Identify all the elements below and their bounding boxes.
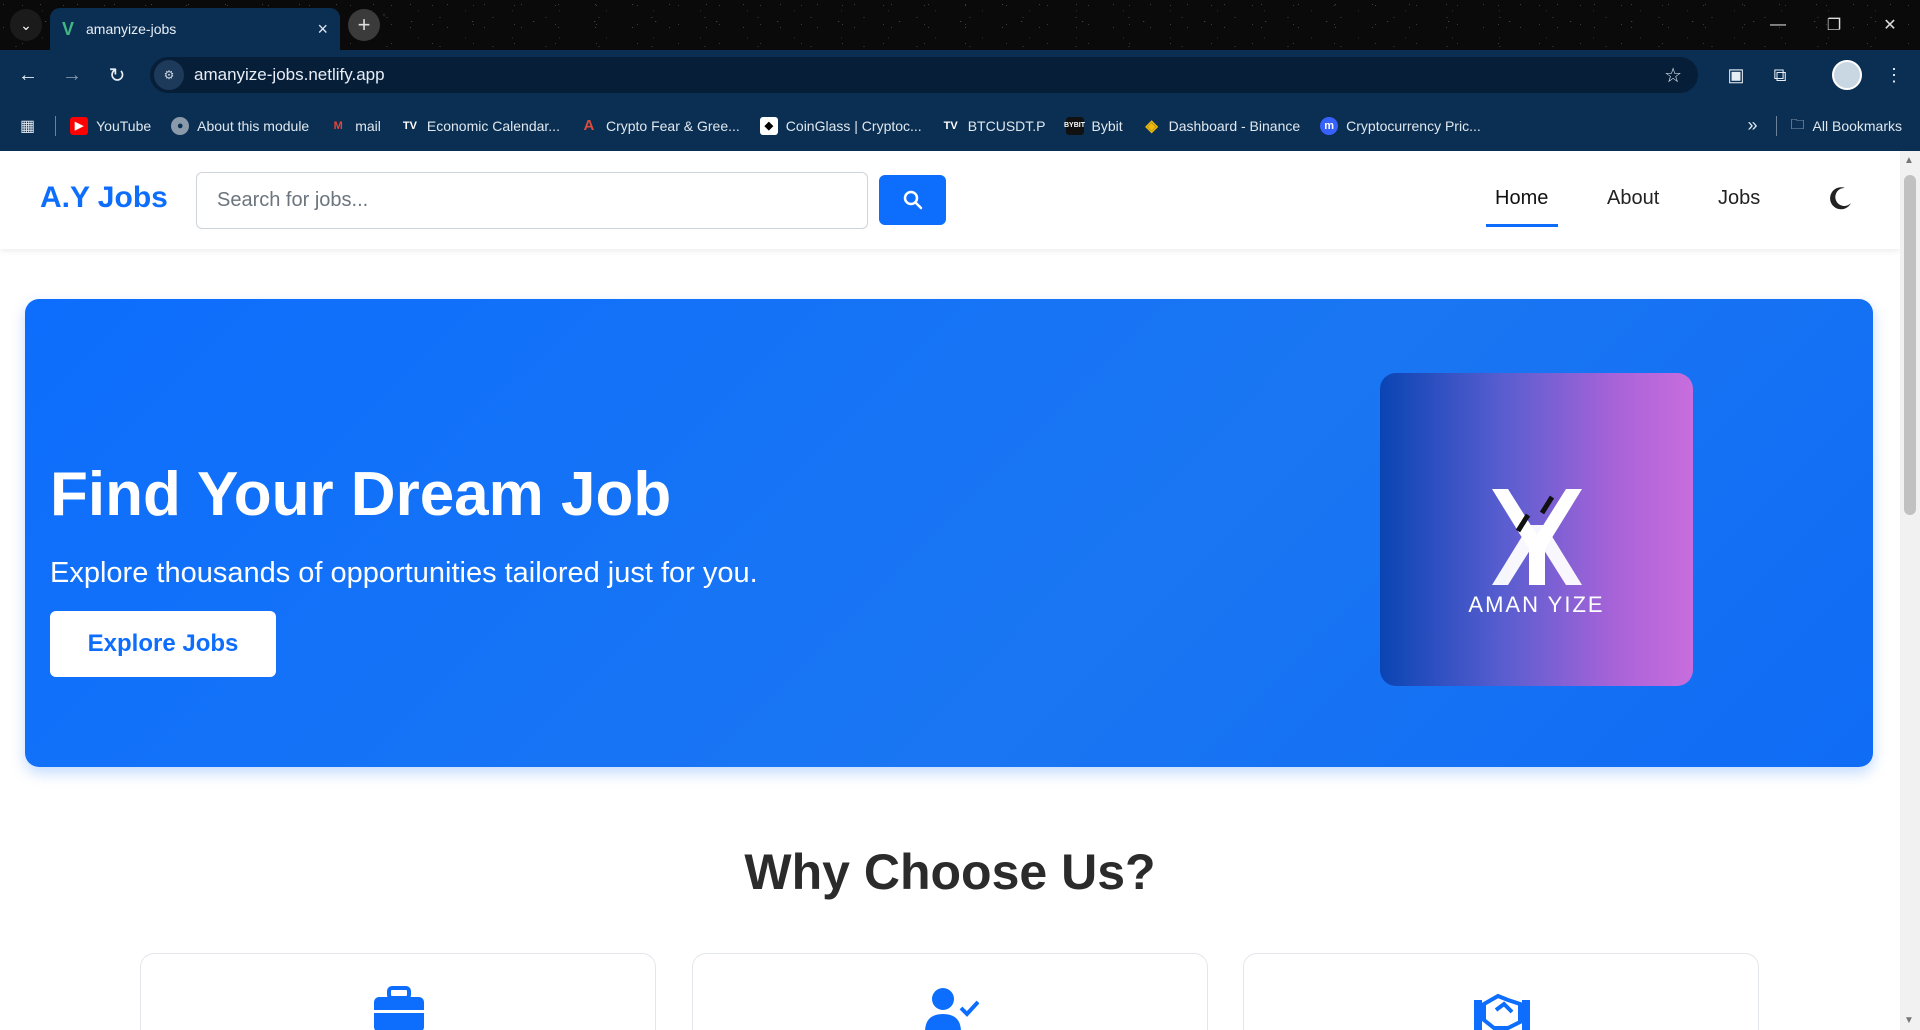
all-bookmarks-link[interactable]: All Bookmarks: [1813, 118, 1902, 134]
active-tab[interactable]: V amanyize-jobs ×: [50, 8, 340, 50]
bookmarks-divider: [55, 115, 57, 136]
hero-subtitle: Explore thousands of opportunities tailo…: [50, 557, 758, 589]
dark-mode-toggle-moon-icon[interactable]: [1828, 185, 1854, 211]
folder-icon: 🗀: [1790, 115, 1805, 132]
browser-toolbar: ← → ↻ ⚙ amanyize-jobs.netlify.app ☆ ▣ ⧉ …: [0, 50, 1920, 100]
profile-avatar[interactable]: [1832, 60, 1862, 90]
active-nav-underline: [1486, 224, 1558, 227]
vue-favicon-icon: V: [62, 18, 75, 39]
search-button[interactable]: [879, 175, 946, 225]
feature-card: [692, 953, 1208, 1030]
back-button[interactable]: ←: [12, 59, 44, 91]
user-check-icon: [925, 988, 979, 1030]
extensions-puzzle-icon[interactable]: ⧉: [1764, 59, 1796, 91]
hero-title: Find Your Dream Job: [50, 460, 672, 529]
aman-yize-logo-card: AMAN YIZE: [1380, 373, 1693, 686]
bookmark-bybit[interactable]: BYBIT Bybit: [1064, 116, 1123, 135]
forward-button[interactable]: →: [56, 59, 88, 91]
why-choose-us-title: Why Choose Us?: [744, 844, 1156, 900]
bookmark-economic-calendar[interactable]: TV Economic Calendar...: [401, 117, 560, 135]
new-tab-button[interactable]: +: [348, 9, 380, 41]
bookmark-coinglass[interactable]: ◆ CoinGlass | Cryptoc...: [759, 116, 922, 135]
coinmarketcap-icon: m: [1320, 116, 1339, 135]
binance-icon: ◈: [1145, 117, 1158, 135]
restore-window-button[interactable]: ❐: [1806, 0, 1862, 50]
reload-button[interactable]: ↻: [101, 59, 133, 91]
tab-title: amanyize-jobs: [86, 21, 177, 37]
apps-grid-icon[interactable]: ▦: [20, 116, 35, 136]
bookmark-btcusdt[interactable]: TV BTCUSDT.P: [942, 117, 1046, 135]
bookmarks-overflow: » 🗀 All Bookmarks: [1748, 100, 1902, 151]
handshake-icon: [1474, 993, 1530, 1030]
page-viewport: A.Y Jobs Home About Jobs Find Your Dream…: [0, 151, 1900, 1030]
brand-logo[interactable]: A.Y Jobs: [40, 181, 168, 215]
minimize-window-button[interactable]: —: [1750, 0, 1806, 50]
tradingview-icon: TV: [943, 119, 958, 132]
bookmark-coinmarketcap[interactable]: m Cryptocurrency Pric...: [1320, 116, 1481, 135]
tradingview-icon: TV: [402, 119, 417, 132]
more-bookmarks-icon[interactable]: »: [1748, 115, 1758, 136]
youtube-icon: ▶: [70, 116, 89, 135]
bookmark-about-module[interactable]: ● About this module: [171, 116, 309, 135]
site-info-icon[interactable]: ⚙: [154, 60, 184, 90]
feature-card: [1243, 953, 1759, 1030]
bookmark-binance[interactable]: ◈ Dashboard - Binance: [1143, 117, 1300, 135]
search-input[interactable]: [196, 172, 868, 229]
bookmark-fear-greed[interactable]: A Crypto Fear & Gree...: [580, 117, 740, 135]
gmail-icon: M: [333, 119, 343, 132]
explore-jobs-button[interactable]: Explore Jobs: [50, 611, 276, 677]
bookmark-star-icon[interactable]: ☆: [1664, 63, 1682, 88]
hero-banner: Find Your Dream Job Explore thousands of…: [25, 299, 1873, 767]
bookmarks-divider: [1775, 115, 1777, 136]
coinglass-icon: ◆: [759, 116, 778, 135]
bookmark-mail[interactable]: Mmail: [329, 117, 381, 135]
alternative-icon: A: [583, 117, 595, 134]
bookmark-youtube[interactable]: ▶ YouTube: [70, 116, 151, 135]
scroll-up-icon[interactable]: ▲: [1904, 155, 1914, 166]
nav-jobs[interactable]: Jobs: [1718, 187, 1760, 210]
globe-icon: ●: [171, 116, 190, 135]
logo-wordmark: AMAN YIZE: [1468, 592, 1605, 617]
address-bar[interactable]: ⚙ amanyize-jobs.netlify.app ☆: [150, 57, 1698, 93]
scroll-down-icon[interactable]: ▼: [1904, 1015, 1914, 1026]
extension-translate-icon[interactable]: ▣: [1720, 59, 1752, 91]
close-window-button[interactable]: ✕: [1862, 0, 1918, 50]
search-icon: [903, 190, 922, 210]
bookmarks-bar: ▦ ▶ YouTube ● About this module Mmail TV Ec…: [0, 100, 1920, 151]
browser-menu-icon[interactable]: ⋮: [1878, 59, 1910, 91]
tab-search-button[interactable]: ⌄: [10, 9, 42, 41]
bybit-icon: BYBIT: [1064, 116, 1085, 135]
nav-home[interactable]: Home: [1495, 187, 1548, 210]
ay-monogram-logo: [1492, 489, 1582, 585]
url-text: amanyize-jobs.netlify.app: [194, 65, 385, 84]
nav-about[interactable]: About: [1607, 187, 1659, 210]
close-tab-icon[interactable]: ×: [317, 19, 328, 40]
browser-tab-strip: ⌄ V amanyize-jobs × + — ❐ ✕: [0, 0, 1920, 50]
scrollbar-thumb[interactable]: [1904, 175, 1916, 515]
briefcase-icon: [374, 986, 424, 1030]
site-header: A.Y Jobs Home About Jobs: [0, 151, 1900, 249]
page-scrollbar[interactable]: ▲ ▼: [1900, 151, 1920, 1030]
feature-card: [140, 953, 656, 1030]
